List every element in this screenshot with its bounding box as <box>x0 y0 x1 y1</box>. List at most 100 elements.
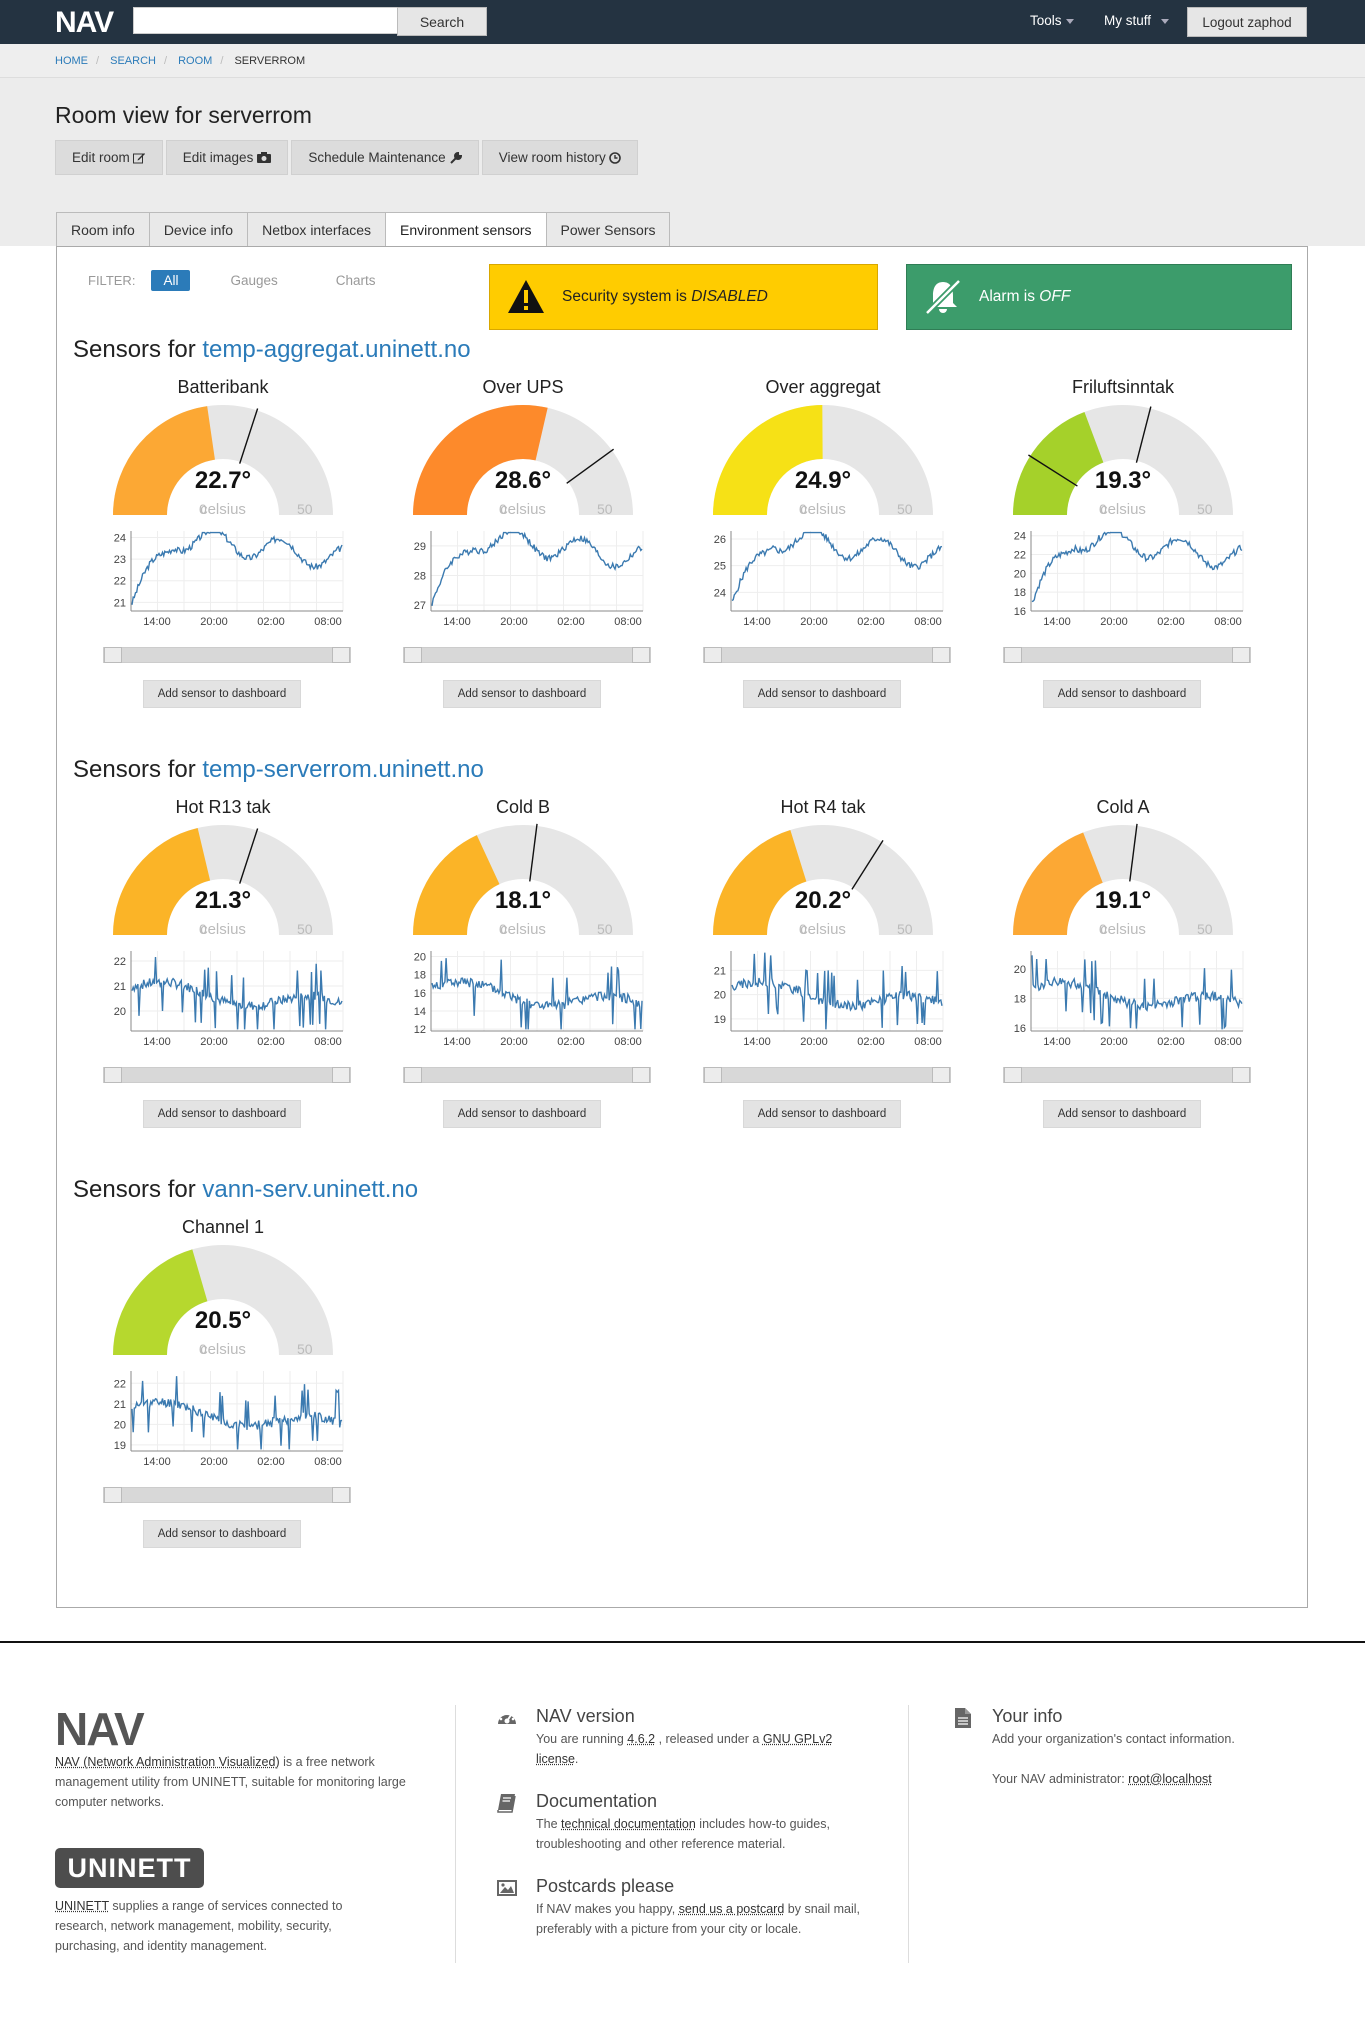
slider-handle-right[interactable] <box>632 1067 650 1083</box>
gauge-value: 22.7° <box>194 467 252 494</box>
add-sensor-to-dashboard-button[interactable]: Add sensor to dashboard <box>143 680 301 708</box>
time-range-slider[interactable] <box>703 1067 951 1083</box>
admin-text: Your NAV administrator: root@localhost <box>992 1772 1212 1786</box>
slider-handle-right[interactable] <box>932 647 950 663</box>
slider-handle-left[interactable] <box>704 647 722 663</box>
gauge-min-label: 0 <box>199 921 207 937</box>
slider-handle-right[interactable] <box>332 1487 350 1503</box>
add-sensor-to-dashboard-button[interactable]: Add sensor to dashboard <box>743 1100 901 1128</box>
breadcrumb-home[interactable]: HOME <box>55 55 88 67</box>
slider-handle-left[interactable] <box>1004 647 1022 663</box>
add-sensor-to-dashboard-button[interactable]: Add sensor to dashboard <box>443 1100 601 1128</box>
gauge-fill <box>413 405 548 515</box>
time-range-slider[interactable] <box>1003 647 1251 663</box>
x-tick-label: 02:00 <box>1157 1036 1185 1048</box>
time-range-slider[interactable] <box>103 1487 351 1503</box>
search-button[interactable]: Search <box>397 7 487 36</box>
filter-all-button[interactable]: All <box>151 270 191 291</box>
add-sensor-to-dashboard-button[interactable]: Add sensor to dashboard <box>443 680 601 708</box>
host-link[interactable]: temp-aggregat.uninett.no <box>202 336 470 363</box>
tab-environment-sensors[interactable]: Environment sensors <box>385 212 546 247</box>
tools-menu[interactable]: Tools <box>1030 13 1074 28</box>
section-heading: Sensors for temp-aggregat.uninett.no <box>73 336 471 363</box>
x-tick-label: 14:00 <box>443 1036 471 1048</box>
search-input[interactable] <box>133 7 398 34</box>
edit-images-button[interactable]: Edit images <box>165 140 289 175</box>
sensor-widget: Cold B 18.1° celsius 0 50 20 18 16 14 12 14:00 20:0… <box>393 797 653 1137</box>
y-tick-label: 21 <box>114 1399 126 1411</box>
gauge-value: 24.9° <box>794 467 852 494</box>
mystuff-menu[interactable]: My stuff <box>1104 13 1170 28</box>
y-tick-label: 22 <box>114 1378 126 1390</box>
slider-handle-left[interactable] <box>404 647 422 663</box>
slider-handle-left[interactable] <box>404 1067 422 1083</box>
x-tick-label: 02:00 <box>257 1036 285 1048</box>
add-sensor-to-dashboard-button[interactable]: Add sensor to dashboard <box>143 1100 301 1128</box>
y-tick-label: 20 <box>414 951 426 963</box>
room-actions: Edit room Edit images Schedule Maintenan… <box>55 140 638 175</box>
y-tick-label: 18 <box>1014 993 1026 1005</box>
time-range-slider[interactable] <box>103 647 351 663</box>
time-range-slider[interactable] <box>403 1067 651 1083</box>
sensor-name: Cold A <box>1096 797 1150 817</box>
host-link[interactable]: vann-serv.uninett.no <box>202 1176 418 1203</box>
add-sensor-to-dashboard-button[interactable]: Add sensor to dashboard <box>743 680 901 708</box>
time-range-slider[interactable] <box>1003 1067 1251 1083</box>
slider-handle-left[interactable] <box>104 647 122 663</box>
slider-handle-right[interactable] <box>332 647 350 663</box>
gauge-chart <box>713 825 933 935</box>
slider-handle-right[interactable] <box>632 647 650 663</box>
about-nav-link[interactable]: NAV (Network Administration Visualized) <box>55 1755 280 1769</box>
sensor-widget: Over aggregat 24.9° celsius 0 50 26 25 24 14:00 2… <box>693 377 953 717</box>
slider-handle-left[interactable] <box>1004 1067 1022 1083</box>
add-sensor-to-dashboard-button[interactable]: Add sensor to dashboard <box>1043 1100 1201 1128</box>
gauge-value: 19.1° <box>1094 887 1152 914</box>
filter-charts-button[interactable]: Charts <box>324 270 388 291</box>
tab-power-sensors[interactable]: Power Sensors <box>545 212 671 247</box>
breadcrumb-search[interactable]: SEARCH <box>110 55 156 67</box>
clock-icon <box>608 151 621 164</box>
uninett-link[interactable]: UNINETT <box>55 1899 109 1913</box>
sensor-history-chart: 29 28 27 14:00 20:00 02:00 08:00 <box>414 531 644 628</box>
svg-text:NAV: NAV <box>55 1705 145 1749</box>
slider-handle-right[interactable] <box>332 1067 350 1083</box>
schedule-maintenance-button[interactable]: Schedule Maintenance <box>291 140 479 175</box>
gauge-chart <box>1013 405 1233 515</box>
y-tick-label: 18 <box>414 970 426 982</box>
breadcrumb-room[interactable]: ROOM <box>178 55 212 67</box>
logout-button[interactable]: Logout zaphod <box>1187 7 1307 37</box>
time-range-slider[interactable] <box>403 647 651 663</box>
add-sensor-to-dashboard-button[interactable]: Add sensor to dashboard <box>1043 680 1201 708</box>
tab-device-info[interactable]: Device info <box>148 212 248 247</box>
edit-room-button[interactable]: Edit room <box>55 140 163 175</box>
add-sensor-to-dashboard-button[interactable]: Add sensor to dashboard <box>143 1520 301 1548</box>
slider-handle-left[interactable] <box>104 1487 122 1503</box>
x-tick-label: 14:00 <box>743 1036 771 1048</box>
tab-netbox-interfaces[interactable]: Netbox interfaces <box>247 212 386 247</box>
x-tick-label: 08:00 <box>914 616 942 628</box>
time-range-slider[interactable] <box>703 647 951 663</box>
sensor-history-chart: 26 25 24 14:00 20:00 02:00 08:00 <box>714 531 944 628</box>
slider-handle-right[interactable] <box>1232 1067 1250 1083</box>
version-link[interactable]: 4.6.2 <box>627 1732 655 1746</box>
nav-logo[interactable]: NAV <box>55 6 115 36</box>
sensor-history-chart: 20 18 16 14 12 14:00 20:00 02:00 08:00 <box>414 951 644 1048</box>
tab-room-info[interactable]: Room info <box>56 212 149 247</box>
host-link[interactable]: temp-serverrom.uninett.no <box>202 756 483 783</box>
filter-gauges-button[interactable]: Gauges <box>218 270 289 291</box>
gauge-chart <box>113 405 333 515</box>
schedule-maintenance-label: Schedule Maintenance <box>308 150 446 165</box>
admin-email-link[interactable]: root@localhost <box>1128 1772 1212 1786</box>
time-range-slider[interactable] <box>103 1067 351 1083</box>
view-room-history-button[interactable]: View room history <box>481 140 638 175</box>
version-heading: NAV version <box>536 1706 635 1726</box>
slider-handle-right[interactable] <box>932 1067 950 1083</box>
slider-handle-left[interactable] <box>104 1067 122 1083</box>
gauge-min-label: 0 <box>499 921 507 937</box>
document-icon <box>955 1708 971 1728</box>
documentation-link[interactable]: technical documentation <box>561 1817 696 1831</box>
slider-handle-right[interactable] <box>1232 647 1250 663</box>
slider-handle-left[interactable] <box>704 1067 722 1083</box>
y-tick-label: 20 <box>114 1006 126 1018</box>
postcard-link[interactable]: send us a postcard <box>679 1902 785 1916</box>
